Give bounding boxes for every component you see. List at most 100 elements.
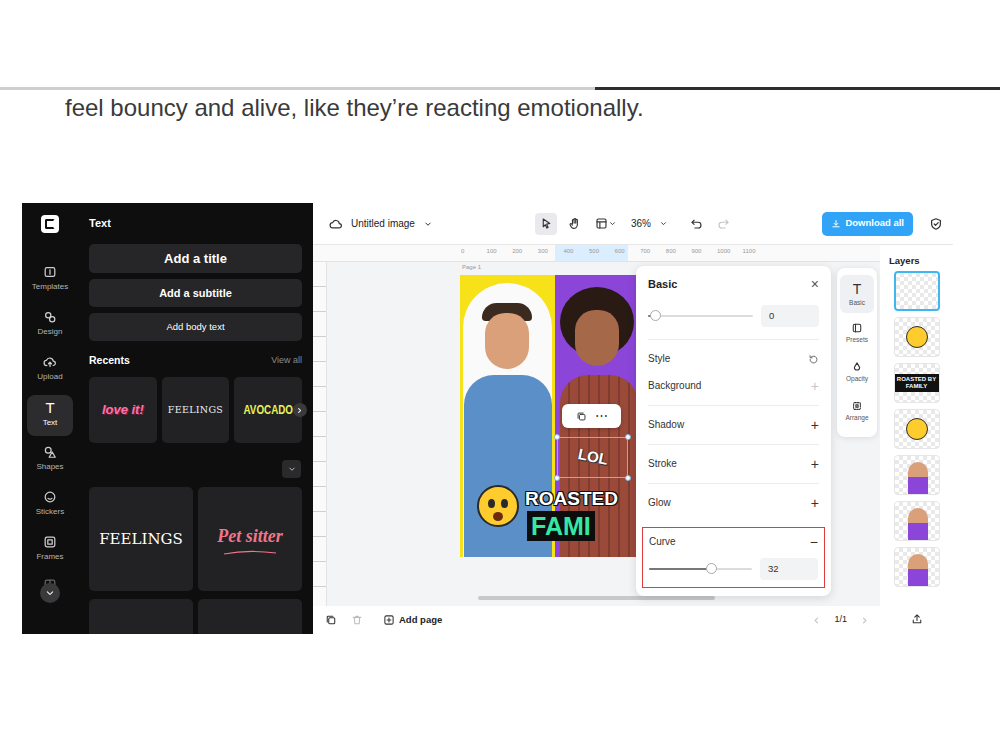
layer-item[interactable]	[894, 409, 940, 449]
rail-tool-icon	[43, 535, 57, 549]
tab-label: Basic	[849, 299, 865, 307]
add-text-button[interactable]: Add body text	[89, 313, 302, 341]
more-button[interactable]: ⋯	[595, 409, 608, 423]
rail-item[interactable]: Frames	[27, 530, 73, 571]
design-page[interactable]: ⋯ LOL ROASTEDFAMI	[460, 275, 638, 557]
add-glyph: +	[811, 495, 819, 511]
add-button[interactable]: +	[811, 419, 819, 431]
duplicate-icon	[576, 411, 587, 422]
property-tab[interactable]: TBasic	[840, 275, 874, 313]
value-field[interactable]: 0	[761, 305, 819, 327]
rail-item[interactable]: Stickers	[27, 485, 73, 526]
canvas-tool[interactable]	[535, 213, 557, 235]
value-field[interactable]: 32	[760, 558, 818, 580]
prev-page-button[interactable]	[811, 615, 822, 626]
property-row[interactable]: Glow +	[648, 483, 819, 522]
ruler-number: 700	[640, 248, 650, 255]
rail-label: Text	[43, 418, 58, 428]
rail-item[interactable]: Design	[27, 305, 73, 346]
shield-icon	[929, 217, 943, 231]
recent-text-style[interactable]: FEELINGS	[162, 377, 230, 443]
add-text-button[interactable]: Add a title	[89, 244, 302, 273]
security-button[interactable]	[929, 217, 943, 231]
add-glyph: +	[811, 417, 819, 433]
tab-icon	[851, 322, 863, 334]
featured-text-style[interactable]: FEELINGS	[89, 487, 193, 591]
section-label: Curve	[649, 536, 676, 548]
horizontal-scrollbar[interactable]	[478, 596, 715, 600]
recent-text-style[interactable]: AVOCADO	[234, 377, 302, 443]
layer-text: ROASTED BY FAMILY	[895, 374, 939, 392]
title-text[interactable]: FAMI	[527, 511, 595, 541]
rail-item[interactable]: Upload	[27, 350, 73, 391]
curved-text[interactable]: LOL	[575, 443, 609, 471]
shocked-emoji-icon[interactable]	[477, 485, 519, 527]
title-text[interactable]: ROASTED	[525, 488, 618, 510]
property-label: Glow	[648, 497, 671, 509]
layer-item[interactable]	[894, 455, 940, 495]
export-button[interactable]	[911, 613, 923, 625]
property-tabs: TBasicPresets Opacity Arrange	[837, 268, 877, 437]
scroll-down-button[interactable]	[40, 583, 60, 603]
undo-button[interactable]	[690, 217, 703, 230]
collapse-button[interactable]: −	[810, 536, 818, 548]
ruler-number: 500	[589, 248, 599, 255]
layer-item[interactable]	[894, 271, 940, 311]
app-logo-icon[interactable]	[41, 215, 59, 233]
property-tab[interactable]: Opacity	[840, 353, 874, 391]
emoji-icon	[906, 326, 928, 348]
layer-item[interactable]	[894, 547, 940, 587]
next-button[interactable]	[293, 403, 307, 417]
add-text-button[interactable]: Add a subtitle	[89, 279, 302, 307]
zoom-level: 36%	[631, 216, 651, 231]
slider-thumb[interactable]	[650, 310, 661, 321]
text-style-card[interactable]	[89, 599, 193, 634]
duplicate-page-button[interactable]	[325, 614, 337, 626]
featured-text-style[interactable]: Pet sitter	[198, 487, 302, 591]
chevron-down-icon	[44, 587, 56, 599]
close-button[interactable]: ×	[811, 276, 819, 292]
spacing-slider[interactable]	[648, 315, 753, 317]
property-tab[interactable]: Arrange	[840, 392, 874, 430]
view-all-link[interactable]: View all	[271, 353, 302, 367]
collapse-button[interactable]	[282, 460, 301, 478]
rail-item[interactable]: TText	[27, 395, 73, 436]
download-label: Download all	[845, 216, 904, 230]
recent-text-style[interactable]: love it!	[89, 377, 157, 443]
layer-item[interactable]: ROASTED BY FAMILY	[894, 363, 940, 403]
rail-item[interactable]: Templates	[27, 260, 73, 301]
text-style-card[interactable]	[198, 599, 302, 634]
value-text: 0	[769, 309, 774, 323]
duplicate-button[interactable]	[576, 411, 587, 422]
property-row[interactable]: Style	[648, 339, 819, 372]
curve-slider[interactable]	[649, 568, 752, 570]
tab-label: Opacity	[846, 375, 868, 383]
rail-item[interactable]: Shapes	[27, 440, 73, 481]
add-page-button[interactable]: Add page	[383, 613, 442, 627]
property-row[interactable]: Stroke+	[648, 444, 819, 483]
canvas-tool[interactable]	[563, 213, 585, 235]
slider-thumb[interactable]	[706, 563, 717, 574]
add-button[interactable]: +	[811, 497, 819, 509]
delete-page-button[interactable]	[351, 614, 363, 626]
reset-button[interactable]	[808, 354, 819, 365]
ruler-number: 100	[487, 248, 497, 255]
redo-button[interactable]	[717, 217, 730, 230]
layout-menu[interactable]	[595, 217, 617, 230]
property-tab[interactable]: Presets	[840, 314, 874, 352]
layer-item[interactable]	[894, 317, 940, 357]
layer-item[interactable]	[894, 501, 940, 541]
add-button[interactable]: +	[811, 458, 819, 470]
ruler-number: 900	[691, 248, 701, 255]
download-button[interactable]: Download all	[822, 212, 913, 236]
next-page-button[interactable]	[859, 615, 870, 626]
property-row[interactable]: Shadow+	[648, 405, 819, 444]
panel-title: Text	[89, 216, 302, 230]
selection-box[interactable]: LOL	[557, 437, 628, 478]
property-row[interactable]: Background+	[648, 372, 819, 405]
add-button[interactable]: +	[811, 380, 819, 392]
zoom-menu[interactable]: 36%	[631, 216, 668, 231]
canvas-area[interactable]: 010020030040050060070080090010001100Page…	[313, 245, 880, 634]
rail-label: Templates	[32, 282, 68, 292]
file-name[interactable]: Untitled image	[351, 216, 415, 231]
